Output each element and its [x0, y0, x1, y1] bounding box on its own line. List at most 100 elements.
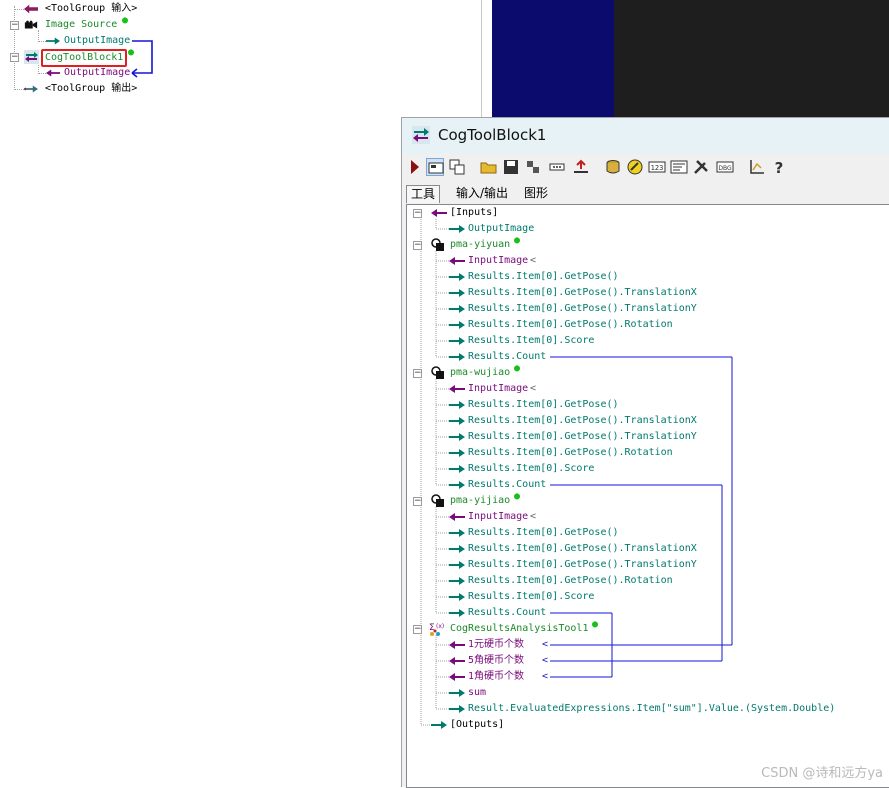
terminal-button[interactable]	[670, 158, 688, 176]
link-arrow-icon: <	[542, 655, 549, 666]
link-connector	[131, 40, 153, 78]
open-button[interactable]	[480, 158, 498, 176]
tool1-input-image-label: InputImage	[468, 255, 529, 266]
settings-icon	[549, 163, 565, 171]
collapse-toggle[interactable]: −	[413, 625, 422, 634]
tools-button[interactable]	[692, 158, 710, 176]
output-arrow-icon	[449, 561, 465, 569]
toolgroup-output-label: <ToolGroup 输出>	[45, 83, 138, 94]
output-image-label: OutputImage	[64, 35, 131, 46]
settings-button[interactable]	[548, 158, 566, 176]
help-icon: ?	[775, 159, 784, 177]
tool1-output-0-label: Results.Item[0].GetPose()	[468, 271, 619, 282]
number-button[interactable]: 123	[648, 158, 666, 176]
output-arrow-icon	[449, 689, 465, 697]
tool3-output-0-label: Results.Item[0].GetPose()	[468, 527, 619, 538]
output-arrow-icon	[449, 609, 465, 617]
collapse-toggle[interactable]: −	[413, 209, 422, 218]
tool2-output-2-label: Results.Item[0].GetPose().TranslationY	[468, 431, 697, 442]
collapse-toggle[interactable]: −	[413, 241, 422, 250]
output-arrow-icon	[449, 417, 465, 425]
link-arrow-icon: <	[530, 511, 537, 522]
inputs-output-image-label: OutputImage	[468, 223, 535, 234]
tool3-output-4-label: Results.Item[0].Score	[468, 591, 595, 602]
status-dot-icon: ●	[122, 15, 129, 26]
tool-block-icon	[24, 50, 39, 64]
collapse-toggle[interactable]: −	[10, 21, 19, 30]
tool2-output-1-label: Results.Item[0].GetPose().TranslationX	[468, 415, 697, 426]
tab-tools[interactable]: 工具	[406, 185, 441, 203]
reset-button[interactable]	[524, 158, 542, 176]
pm-align-tool-icon	[431, 366, 444, 379]
collapse-toggle[interactable]: −	[413, 497, 422, 506]
save-button[interactable]	[502, 158, 520, 176]
output-arrow-icon	[449, 433, 465, 441]
output-arrow-icon	[449, 577, 465, 585]
output-arrow-icon	[449, 705, 465, 713]
output-icon	[574, 159, 588, 173]
tool3-input-image-label: InputImage	[468, 511, 529, 522]
tool3-node-label: pma-yijiao	[450, 495, 511, 506]
svg-text:123: 123	[651, 164, 664, 172]
camera-icon	[24, 20, 38, 29]
output-arrow-icon	[449, 401, 465, 409]
image-display[interactable]	[482, 0, 889, 120]
output-arrow-icon	[46, 37, 60, 45]
status-dot-icon: ●	[514, 363, 521, 374]
tool3-output-2-label: Results.Item[0].GetPose().TranslationY	[468, 559, 697, 570]
database-button[interactable]	[604, 158, 622, 176]
tool2-output-3-label: Results.Item[0].GetPose().Rotation	[468, 447, 673, 458]
link-arrow-icon: <	[530, 383, 537, 394]
status-dot-icon: ●	[514, 235, 521, 246]
tool3-output-1-label: Results.Item[0].GetPose().TranslationX	[468, 543, 697, 554]
show-display-icon	[428, 162, 444, 174]
help-button[interactable]: ?	[770, 158, 788, 177]
tab-graphics-label: 图形	[524, 186, 549, 200]
run-button[interactable]	[406, 158, 424, 176]
collapse-toggle[interactable]: −	[413, 369, 422, 378]
input-arrow-icon	[46, 69, 60, 77]
image-source-label: Image Source	[45, 19, 118, 30]
input-arrow-icon	[24, 4, 38, 14]
window-title: CogToolBlock1	[438, 126, 547, 144]
reset-icon	[527, 161, 539, 173]
tab-io-label: 输入/输出	[456, 186, 509, 200]
input-arrow-icon	[449, 657, 465, 665]
results-input-0-label: 1元硬币个数	[468, 639, 525, 650]
output-arrow-icon	[449, 321, 465, 329]
window-titlebar[interactable]: CogToolBlock1	[402, 118, 889, 154]
svg-text:(x): (x)	[436, 623, 444, 630]
output-arrow-icon	[449, 337, 465, 345]
collapse-toggle[interactable]: −	[10, 53, 19, 62]
output-arrow-icon	[431, 721, 447, 729]
show-display-button[interactable]	[426, 158, 444, 176]
tool2-node-label: pma-wujiao	[450, 367, 511, 378]
output-button[interactable]	[572, 158, 590, 176]
tool3-output-3-label: Results.Item[0].GetPose().Rotation	[468, 575, 673, 586]
status-dot-icon: ●	[592, 619, 599, 630]
tab-io[interactable]: 输入/输出	[452, 185, 512, 202]
results-input-2-label: 1角硬币个数	[468, 671, 525, 682]
tool1-output-1-label: Results.Item[0].GetPose().TranslationX	[468, 287, 697, 298]
chart-button[interactable]	[748, 158, 766, 176]
cogtoolblock-window: CogToolBlock1 123 DBG ? 工具 输入/输出 图形 [Inp…	[401, 117, 889, 788]
tool1-output-3-label: Results.Item[0].GetPose().Rotation	[468, 319, 673, 330]
show-image-button[interactable]	[448, 158, 466, 176]
results-output-1-label: Result.EvaluatedExpressions.Item["sum"].…	[468, 703, 836, 714]
results-output-0-label: sum	[468, 687, 487, 698]
link-button[interactable]	[626, 158, 644, 176]
camera-image	[614, 0, 889, 120]
output-arrow-icon	[449, 481, 465, 489]
results-analysis-icon: Σ (x)	[429, 623, 444, 636]
tool-tree-panel[interactable]: [Inputs] − OutputImage pma-yiyuan ● − InputIma…	[406, 204, 889, 788]
tool2-output-5-label: Results.Count	[468, 479, 547, 490]
tool1-node-label: pma-yiyuan	[450, 239, 511, 250]
output-arrow-icon	[449, 593, 465, 601]
output-arrow-icon	[449, 353, 465, 361]
status-dot-icon: ●	[514, 491, 521, 502]
debug-button[interactable]: DBG	[716, 158, 734, 176]
tool2-input-image-label: InputImage	[468, 383, 529, 394]
input-arrow-icon	[449, 513, 465, 521]
tab-graphics[interactable]: 图形	[520, 185, 552, 202]
debug-icon: DBG	[716, 161, 734, 173]
